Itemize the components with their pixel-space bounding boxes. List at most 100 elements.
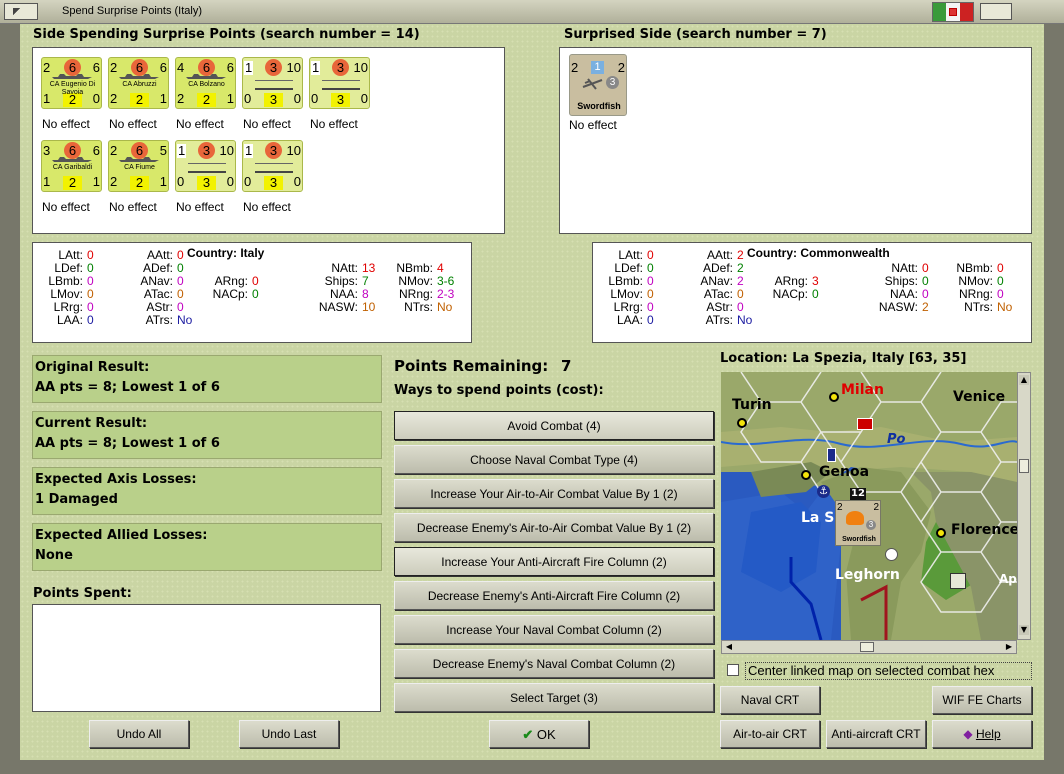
- decrease-enemy-air-to-air-button[interactable]: Decrease Enemy's Air-to-Air Combat Value…: [394, 513, 714, 542]
- unit-top-left-value: 2: [110, 143, 118, 158]
- unit-counter[interactable]: 1 3 10 0 3 0: [242, 57, 303, 109]
- avoid-combat-button[interactable]: Avoid Combat (4): [394, 411, 714, 440]
- unit-bottom-right-value: 0: [360, 91, 368, 106]
- points-spent-list[interactable]: [32, 604, 381, 712]
- scroll-right-icon[interactable]: ▶: [1004, 642, 1014, 652]
- vertical-scroll-thumb[interactable]: [1019, 459, 1029, 473]
- current-result-value: AA pts = 8; Lowest 1 of 6: [35, 436, 220, 451]
- unit-top-left-value: 1: [177, 143, 187, 158]
- points-spent-label: Points Spent:: [33, 586, 132, 601]
- map-unit-counter[interactable]: 2 2 3 Swordfish: [835, 500, 881, 546]
- unit-bottom-left-value: 0: [177, 174, 185, 189]
- unit-counter[interactable]: 2 6 5 2 2 1 CA Fiume: [108, 140, 169, 192]
- unit-bottom-mid-value: 3: [264, 93, 283, 107]
- unit-counter[interactable]: 2 6 6 2 2 1 CA Abruzzi: [108, 57, 169, 109]
- map-unit-right: 2: [873, 502, 879, 513]
- city-label-genoa: Genoa: [819, 464, 870, 480]
- horizontal-scroll-thumb[interactable]: [860, 642, 874, 652]
- current-result-label: Current Result:: [35, 416, 148, 431]
- unit-effect: No effect: [176, 200, 224, 214]
- anti-aircraft-crt-button[interactable]: Anti-aircraft CRT: [826, 720, 926, 748]
- stat-value: 0: [252, 287, 259, 301]
- unit-name: CA Fiume: [124, 164, 155, 171]
- unit-effect: No effect: [243, 117, 291, 131]
- increase-aa-column-button[interactable]: Increase Your Anti-Aircraft Fire Column …: [394, 547, 714, 576]
- city-label-ap: Ap: [999, 572, 1017, 586]
- unit-counter[interactable]: 1 3 10 0 3 0: [175, 140, 236, 192]
- unit-top-mid-value: 3: [198, 142, 215, 159]
- select-target-button[interactable]: Select Target (3): [394, 683, 714, 712]
- increase-naval-column-button[interactable]: Increase Your Naval Combat Column (2): [394, 615, 714, 644]
- stat-label: ATrs:: [145, 313, 173, 327]
- unit-counter[interactable]: 1 3 10 0 3 0: [309, 57, 370, 109]
- unit-bottom-right-value: 0: [293, 91, 301, 106]
- unit-top-mid-value: 3: [265, 59, 282, 76]
- choose-naval-combat-type-button[interactable]: Choose Naval Combat Type (4): [394, 445, 714, 474]
- unit-left-value: 2: [571, 60, 579, 75]
- map-vertical-scrollbar[interactable]: ▲ ▼: [1017, 372, 1031, 640]
- unit-bottom-mid-value: 2: [130, 93, 149, 107]
- unit-effect: No effect: [109, 117, 157, 131]
- linked-map[interactable]: Milan Turin Venice Po Genoa ⚓ La S 12 2 …: [721, 372, 1017, 640]
- unit-effect: No effect: [569, 118, 617, 132]
- scroll-down-icon[interactable]: ▼: [1019, 625, 1029, 635]
- center-map-checkbox[interactable]: [727, 664, 739, 676]
- river-label-po: Po: [887, 432, 906, 447]
- center-map-checkbox-label[interactable]: Center linked map on selected combat hex: [745, 662, 1032, 680]
- unit-top-left-value: 4: [177, 60, 185, 75]
- city-label-turin: Turin: [732, 397, 772, 413]
- map-unit-circle: 3: [866, 520, 876, 530]
- anchor-icon: ⚓: [817, 485, 830, 498]
- unit-top-left-value: 1: [244, 143, 254, 158]
- unit-top-left-value: 3: [43, 143, 51, 158]
- decrease-enemy-aa-column-button[interactable]: Decrease Enemy's Anti-Aircraft Fire Colu…: [394, 581, 714, 610]
- unit-name: CA Abruzzi: [122, 81, 157, 88]
- scroll-up-icon[interactable]: ▲: [1019, 375, 1029, 385]
- naval-crt-button[interactable]: Naval CRT: [720, 686, 820, 714]
- unit-bottom-left-value: 1: [43, 174, 51, 189]
- unit-bottom-left-value: 0: [311, 91, 319, 106]
- stat-value: No: [437, 300, 453, 314]
- stat-label: NASW:: [878, 300, 918, 314]
- window-title: Spend Surprise Points (Italy): [62, 5, 203, 17]
- unit-top-right-value: 10: [219, 143, 234, 158]
- unit-counter[interactable]: 2 6 6 1 2 0 CA Eugenio Di Savoia: [41, 57, 102, 109]
- map-horizontal-scrollbar[interactable]: ◀ ▶: [721, 640, 1017, 654]
- map-location-label: Location: La Spezia, Italy [63, 35]: [720, 351, 967, 366]
- close-window-button[interactable]: [980, 3, 1012, 20]
- unit-counter[interactable]: 1 3 10 0 3 0: [242, 140, 303, 192]
- aircraft-icon: [582, 77, 604, 91]
- scroll-left-icon[interactable]: ◀: [724, 642, 734, 652]
- stat-label: NASW:: [318, 300, 358, 314]
- decrease-enemy-naval-column-button[interactable]: Decrease Enemy's Naval Combat Column (2): [394, 649, 714, 678]
- undo-all-button[interactable]: Undo All: [89, 720, 189, 748]
- wif-fe-charts-button[interactable]: WIF FE Charts: [932, 686, 1032, 714]
- unit-bottom-left-value: 2: [110, 174, 118, 189]
- unit-counter[interactable]: 4 6 6 2 2 1 CA Bolzano: [175, 57, 236, 109]
- convoy-icon: [255, 80, 293, 90]
- italy-flag-icon: [932, 2, 974, 22]
- unit-top-right-value: 10: [286, 143, 301, 158]
- unit-top-left-value: 1: [311, 60, 321, 75]
- increase-air-to-air-button[interactable]: Increase Your Air-to-Air Combat Value By…: [394, 479, 714, 508]
- unit-effect: No effect: [176, 117, 224, 131]
- ok-button[interactable]: ✔ OK: [489, 720, 589, 748]
- unit-bottom-right-value: 1: [159, 174, 167, 189]
- unit-top-mid-value: 6: [64, 59, 81, 76]
- ok-label: OK: [536, 727, 556, 742]
- city-genoa-marker: [801, 470, 811, 480]
- port-marker-icon: [827, 448, 836, 462]
- unit-effect: No effect: [42, 117, 90, 131]
- help-label: Help: [975, 727, 1001, 741]
- help-button[interactable]: ◆ Help: [932, 720, 1032, 748]
- unit-counter-swordfish[interactable]: 2 1 2 3 Swordfish: [569, 54, 627, 116]
- system-menu-icon[interactable]: [4, 3, 38, 20]
- stat-label: NTrs:: [404, 300, 433, 314]
- unit-counter[interactable]: 3 6 6 1 2 1 CA Garibaldi: [41, 140, 102, 192]
- spending-side-header: Side Spending Surprise Points (search nu…: [33, 27, 420, 42]
- unit-box-value: 1: [591, 61, 604, 74]
- undo-last-button[interactable]: Undo Last: [239, 720, 339, 748]
- original-result-label: Original Result:: [35, 360, 150, 375]
- air-to-air-crt-button[interactable]: Air-to-air CRT: [720, 720, 820, 748]
- unit-top-mid-value: 6: [64, 142, 81, 159]
